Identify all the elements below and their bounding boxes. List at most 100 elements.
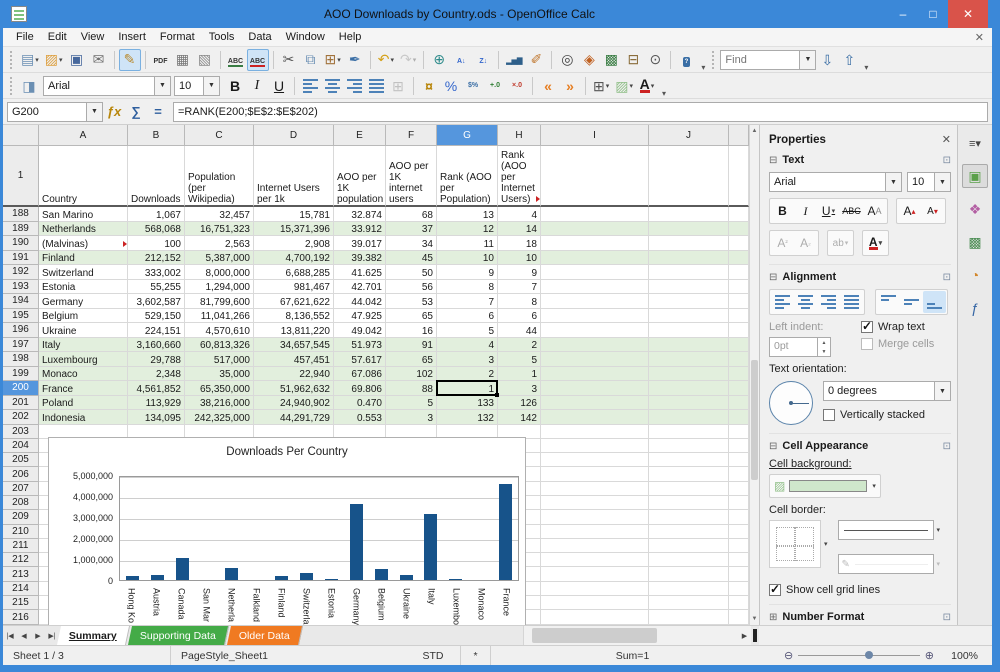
row-header-206[interactable]: 206 [3,467,39,482]
cell-H191[interactable]: 10 [498,250,541,265]
email-document-button[interactable]: ✉ [88,49,110,71]
vertical-scroll-thumb[interactable] [751,360,758,480]
grow-font-button[interactable]: A ▴ [898,200,921,222]
cell-A189[interactable]: Netherlands [39,221,128,236]
cell-C190[interactable]: 2,563 [185,236,254,251]
cell-F188[interactable]: 68 [386,207,437,222]
cell-B196[interactable]: 224,151 [128,323,185,338]
cell-I216[interactable] [541,610,649,625]
cell-B193[interactable]: 55,255 [128,279,185,294]
cell-K202[interactable] [729,410,749,425]
cell-J203[interactable] [649,424,729,439]
cell-H201[interactable]: 126 [498,395,541,410]
cell-E195[interactable]: 47.925 [334,308,386,323]
formatting-grip[interactable] [10,76,15,95]
cell-J194[interactable] [649,294,729,309]
cell-F200[interactable]: 88 [386,381,437,396]
cell-K201[interactable] [729,395,749,410]
cell-G194[interactable]: 7 [437,294,498,309]
vertical-scrollbar[interactable]: ▲ ▼ [749,125,759,625]
menu-window[interactable]: Window [279,29,332,45]
cell-J199[interactable] [649,366,729,381]
cell-G201[interactable]: 133 [437,395,498,410]
cell-H192[interactable]: 9 [498,265,541,280]
cell-E191[interactable]: 39.382 [334,250,386,265]
cell-B197[interactable]: 3,160,660 [128,337,185,352]
cell-J200[interactable] [649,381,729,396]
cell-F201[interactable]: 5 [386,395,437,410]
cell-D188[interactable]: 15,781 [254,207,334,222]
cell-K203[interactable] [729,424,749,439]
column-header-D[interactable]: D [254,125,334,146]
grid-corner[interactable] [3,125,39,146]
cell-K193[interactable] [729,279,749,294]
find-replace-button[interactable]: ◎ [556,49,578,71]
cell-F197[interactable]: 91 [386,337,437,352]
cell-G200[interactable]: 1 [437,381,498,396]
row-header-209[interactable]: 209 [3,510,39,525]
cell-C192[interactable]: 8,000,000 [185,265,254,280]
background-color-button[interactable]: ▨ ▾ [612,75,636,97]
panel-font-color-button[interactable]: A ▾ [864,232,887,254]
bold-button[interactable]: B [224,75,246,97]
row-header-205[interactable]: 205 [3,453,39,468]
cell-A197[interactable]: Italy [39,337,128,352]
row-header-190[interactable]: 190 [3,236,39,251]
cell-I189[interactable] [541,221,649,236]
row-header-203[interactable]: 203 [3,424,39,439]
cell-B188[interactable]: 1,067 [128,207,185,222]
cell-E189[interactable]: 33.912 [334,221,386,236]
sum-icon[interactable]: ∑ [125,104,147,119]
row-header-207[interactable]: 207 [3,481,39,496]
cell-C195[interactable]: 11,041,266 [185,308,254,323]
cell-I190[interactable] [541,236,649,251]
cell-I196[interactable] [541,323,649,338]
cell-F195[interactable]: 65 [386,308,437,323]
align-right-button[interactable] [343,75,365,97]
cell-B195[interactable]: 529,150 [128,308,185,323]
redo-button[interactable]: ↷ ▾ [397,49,419,71]
highlight-color-button[interactable]: ab ▾ [829,232,852,254]
italic-button[interactable]: I [246,75,268,97]
halign-right-button[interactable] [817,291,840,313]
cell-D196[interactable]: 13,811,220 [254,323,334,338]
cell-D194[interactable]: 67,621,622 [254,294,334,309]
cell-F198[interactable]: 65 [386,352,437,367]
cell-H193[interactable]: 7 [498,279,541,294]
cell-I210[interactable] [541,524,649,539]
cell-I206[interactable] [541,467,649,482]
menu-view[interactable]: View [74,29,112,45]
cell-I199[interactable] [541,366,649,381]
cell-I188[interactable] [541,207,649,222]
column-header-partial[interactable] [729,125,749,146]
halign-left-button[interactable] [771,291,794,313]
row-header-204[interactable]: 204 [3,438,39,454]
gallery-button[interactable]: ▩ [600,49,622,71]
row-header-201[interactable]: 201 [3,395,39,410]
selection-mode-indicator[interactable]: STD [406,646,461,665]
cell-J209[interactable] [649,510,729,525]
cell-J214[interactable] [649,581,729,597]
cell-J198[interactable] [649,352,729,367]
cell-A199[interactable]: Monaco [39,366,128,381]
cell-H202[interactable]: 142 [498,410,541,425]
cell-I195[interactable] [541,308,649,323]
horizontal-scrollbar[interactable] [523,626,738,645]
cell-K198[interactable] [729,352,749,367]
sidebar-menu-icon[interactable]: ≡▾ [962,131,988,155]
cell-I204[interactable] [541,438,649,454]
cell-H189[interactable]: 14 [498,221,541,236]
cell-I191[interactable] [541,250,649,265]
cell-H194[interactable]: 8 [498,294,541,309]
cell-J196[interactable] [649,323,729,338]
cell-K204[interactable] [729,438,749,454]
merge-cells-checkbox[interactable] [861,338,873,350]
row-header-192[interactable]: 192 [3,265,39,280]
valign-top-button[interactable] [877,291,900,313]
number-standard-button[interactable]: $% [462,75,484,97]
panel-font-name-combo[interactable]: Arial ▼ [769,172,902,192]
zoom-in-icon[interactable]: ⊕ [925,649,934,662]
increase-indent-button[interactable]: » [559,75,581,97]
cell-appearance-dialog-launcher-icon[interactable]: ⊡ [943,441,951,452]
row-header-197[interactable]: 197 [3,337,39,352]
